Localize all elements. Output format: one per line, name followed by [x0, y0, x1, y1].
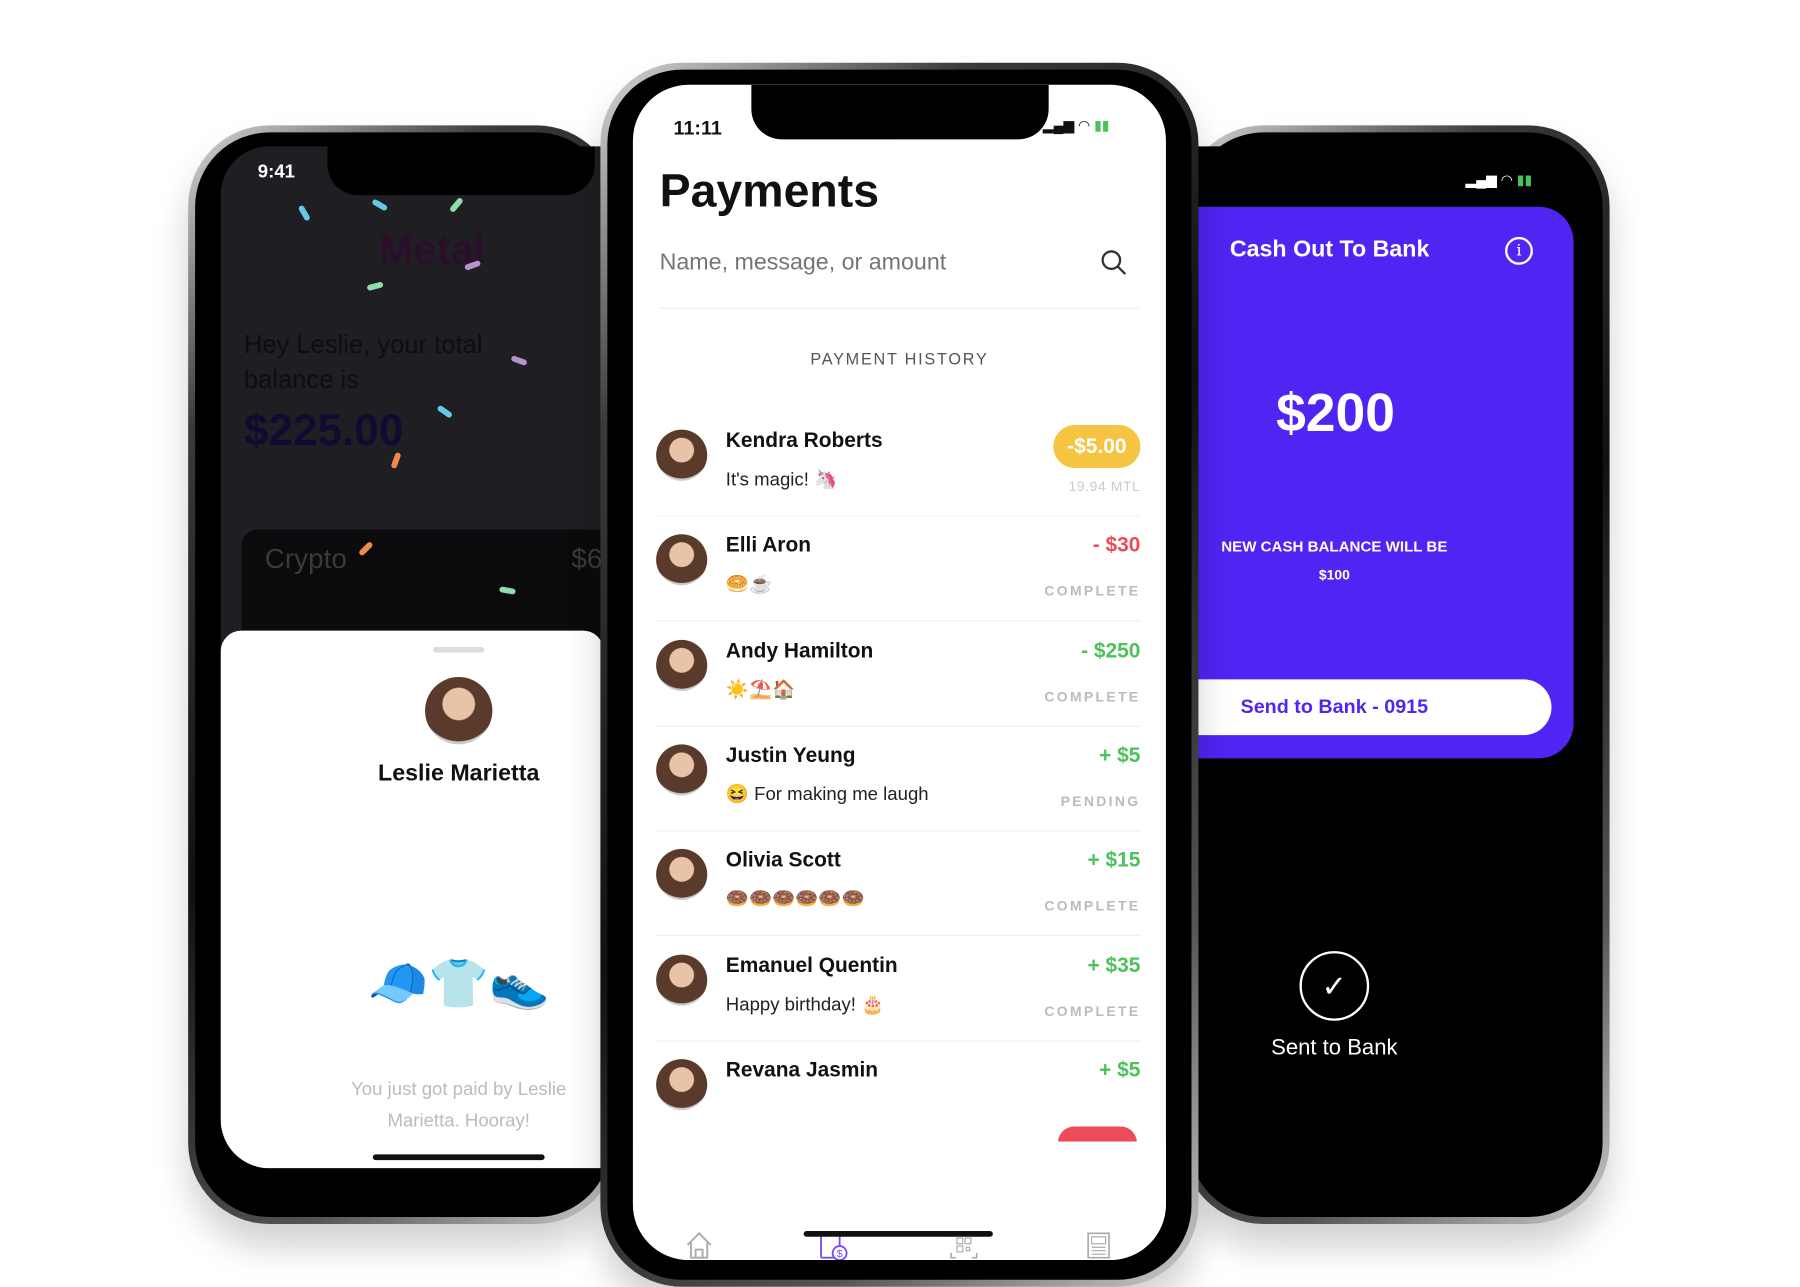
- greeting: Hey Leslie, your total balance is: [243, 329, 483, 394]
- sheet-handle[interactable]: [433, 646, 485, 653]
- payment-row[interactable]: Elli Aron 🥯☕ - $30 COMPLETE: [656, 517, 1141, 622]
- payee-name: Emanuel Quentin: [725, 952, 898, 977]
- payment-memo: It's magic! 🦄: [725, 470, 838, 491]
- payment-memo: 🍩🍩🍩🍩🍩🍩: [725, 889, 865, 910]
- cash-out-card: Cash Out To Bank i $200 NEW CASH BALANCE…: [1196, 206, 1574, 759]
- payment-row[interactable]: Andy Hamilton ☀️⛱️🏠 - $250 COMPLETE: [656, 622, 1141, 727]
- home-indicator: [803, 1230, 993, 1237]
- payee-name: Olivia Scott: [725, 847, 841, 872]
- avatar: [656, 429, 708, 481]
- avatar: [656, 849, 708, 901]
- send-to-bank-button[interactable]: Send to Bank - 0915: [1196, 679, 1552, 736]
- payer-name: Leslie Marietta: [378, 760, 540, 787]
- sent-confirmation: Sent to Bank: [1271, 1035, 1398, 1061]
- section-header: PAYMENT HISTORY: [810, 349, 989, 369]
- payment-memo: 😆 For making me laugh: [725, 784, 929, 805]
- right-phone-screen: ▂▄▆ ◠ ▮▮ Cash Out To Bank i $200 NEW CAS…: [1196, 146, 1585, 1169]
- crypto-label: Crypto: [264, 543, 347, 575]
- payment-memo: Happy birthday! 🎂: [725, 994, 885, 1015]
- avatar: [656, 744, 708, 796]
- payment-row[interactable]: Kendra Roberts It's magic! 🦄 -$5.00 19.9…: [656, 412, 1141, 517]
- avatar: [656, 954, 708, 1006]
- svg-text:$: $: [837, 1249, 843, 1260]
- cash-out-title: Cash Out To Bank: [1229, 236, 1430, 263]
- tab-discover[interactable]: Discover: [1045, 1229, 1150, 1260]
- cash-out-amount: $200: [1276, 382, 1395, 443]
- page-title: Payments: [659, 166, 880, 218]
- crypto-card[interactable]: Crypto $6: [241, 529, 604, 646]
- payment-status: PENDING: [1060, 793, 1141, 810]
- avatar: [656, 534, 708, 586]
- home-indicator: [372, 1154, 545, 1161]
- payment-status: 19.94 MTL: [1068, 478, 1141, 495]
- payment-received-sheet: Leslie Marietta 🧢👕👟 You just got paid by…: [220, 630, 604, 1169]
- status-time: 11:11: [673, 117, 722, 140]
- tab-home[interactable]: Home: [647, 1229, 752, 1260]
- payment-status: COMPLETE: [1044, 897, 1141, 915]
- paid-message: You just got paid by Leslie Marietta. Ho…: [351, 1080, 567, 1132]
- payment-amount: + $35: [1087, 952, 1141, 977]
- payee-name: Justin Yeung: [725, 743, 856, 767]
- search-input[interactable]: [659, 245, 1090, 280]
- search-divider: [659, 307, 1140, 309]
- info-icon[interactable]: i: [1505, 236, 1533, 265]
- search-icon[interactable]: [1100, 249, 1128, 277]
- payment-amount: - $250: [1081, 638, 1141, 662]
- payment-memo: 🥯☕: [725, 575, 773, 595]
- payment-status: COMPLETE: [1044, 583, 1141, 600]
- payer-avatar: [425, 677, 493, 745]
- status-time: 9:41: [257, 162, 296, 183]
- notification-bubble: [1057, 1126, 1137, 1143]
- new-balance-label: NEW CASH BALANCE WILL BE: [1221, 537, 1448, 556]
- payment-status: COMPLETE: [1044, 1002, 1141, 1020]
- avatar: [656, 1058, 708, 1110]
- payment-row[interactable]: Justin Yeung 😆 For making me laugh + $5 …: [656, 727, 1141, 832]
- center-phone-screen: 11:11 ▂▄▆ ◠ ▮▮ Payments PAYMENT HISTORY …: [632, 84, 1166, 1261]
- status-icons: ▂▄▆ ◠ ▮▮: [1465, 171, 1533, 189]
- payment-amount: + $5: [1099, 743, 1141, 767]
- new-balance-value: $100: [1318, 566, 1350, 583]
- payee-name: Kendra Roberts: [725, 428, 883, 452]
- payee-name: Elli Aron: [725, 533, 811, 557]
- payee-name: Revana Jasmin: [725, 1057, 879, 1081]
- payment-status: COMPLETE: [1044, 688, 1141, 705]
- check-circle-icon: ✓: [1299, 951, 1370, 1021]
- payment-amount: + $15: [1087, 847, 1141, 872]
- purchase-emojis: 🧢👕👟: [367, 955, 550, 1011]
- home-icon: [686, 1231, 712, 1259]
- payment-row[interactable]: Emanuel Quentin Happy birthday! 🎂 + $35 …: [656, 937, 1141, 1042]
- left-phone-screen: 9:41 Metal Hey Leslie, your total balanc…: [220, 146, 604, 1169]
- payment-amount: - $30: [1092, 533, 1141, 557]
- payee-name: Andy Hamilton: [725, 638, 874, 662]
- payment-amount: + $5: [1099, 1057, 1141, 1081]
- avatar: [656, 639, 708, 691]
- amount-badge: -$5.00: [1053, 425, 1141, 469]
- total-balance: $225.00: [243, 406, 404, 456]
- crypto-value: $6: [571, 543, 603, 575]
- discover-icon: [1087, 1232, 1110, 1259]
- payment-row[interactable]: Olivia Scott 🍩🍩🍩🍩🍩🍩 + $15 COMPLETE: [656, 832, 1141, 937]
- payment-memo: ☀️⛱️🏠: [725, 680, 796, 700]
- status-icons: ▂▄▆ ◠ ▮▮: [1042, 117, 1110, 134]
